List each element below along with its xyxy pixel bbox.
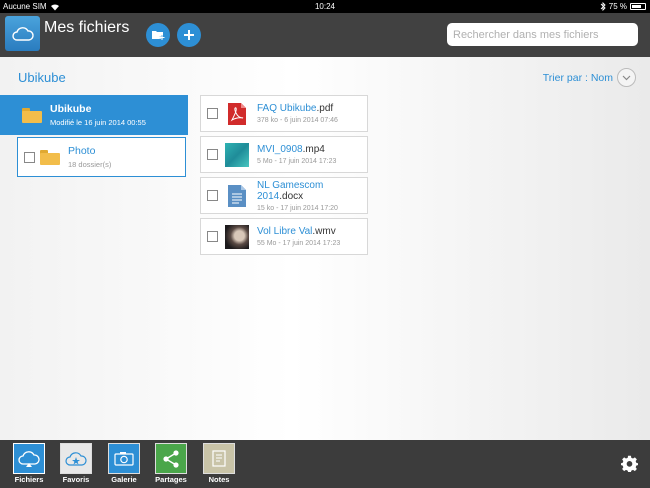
folder-item-photo[interactable]: Photo 18 dossier(s) xyxy=(17,137,186,177)
camera-icon xyxy=(108,443,140,474)
folder-name: Ubikube xyxy=(50,103,92,115)
status-right: 75 % xyxy=(600,0,646,13)
file-meta: 15 ko - 17 juin 2014 17:20 xyxy=(257,204,338,212)
status-time: 10:24 xyxy=(314,2,336,11)
file-meta: 55 Mo - 17 juin 2014 17:23 xyxy=(257,240,341,247)
bottom-tab-bar: Fichiers Favoris Galerie Partages Notes xyxy=(0,440,650,488)
file-meta: 378 ko - 6 juin 2014 07:46 xyxy=(257,117,338,124)
sort-control[interactable]: Trier par : Nom xyxy=(543,68,636,87)
tab-galerie[interactable]: Galerie xyxy=(107,443,141,484)
folder-icon xyxy=(22,107,42,123)
bluetooth-icon xyxy=(600,2,606,11)
status-bar: Aucune SIM 10:24 75 % xyxy=(0,0,650,13)
tab-label: Fichiers xyxy=(14,475,44,484)
file-checkbox[interactable] xyxy=(207,231,218,242)
folder-count: 18 dossier(s) xyxy=(68,160,112,169)
tab-label: Favoris xyxy=(62,475,90,484)
page-title: Mes fichiers xyxy=(44,19,130,36)
tab-notes[interactable]: Notes xyxy=(202,443,236,484)
tab-label: Galerie xyxy=(111,475,137,484)
file-checkbox[interactable] xyxy=(207,190,218,201)
document-icon xyxy=(225,184,249,208)
new-folder-icon xyxy=(151,31,164,40)
folder-list: Ubikube Modifié le 16 juin 2014 00:55 Ph… xyxy=(0,95,188,177)
notes-icon xyxy=(203,443,235,474)
file-item-wmv[interactable]: Vol Libre Val.wmv 55 Mo - 17 juin 2014 1… xyxy=(200,218,368,255)
file-name: MVI_0908.mp4 xyxy=(257,144,325,155)
file-checkbox[interactable] xyxy=(207,149,218,160)
plus-icon xyxy=(184,30,194,40)
app-logo[interactable] xyxy=(5,16,40,51)
video-thumbnail xyxy=(225,142,249,167)
file-checkbox[interactable] xyxy=(207,108,218,119)
video-thumbnail xyxy=(225,224,249,249)
sort-label: Trier par : Nom xyxy=(542,71,613,84)
add-button[interactable] xyxy=(177,23,201,47)
tab-label: Partages xyxy=(155,475,187,484)
gear-icon[interactable] xyxy=(621,455,638,472)
tab-partages[interactable]: Partages xyxy=(154,443,188,484)
new-folder-button[interactable] xyxy=(146,23,170,47)
main-content: Ubikube Trier par : Nom Ubikube Modifié … xyxy=(0,57,650,440)
pdf-icon xyxy=(225,102,249,126)
file-item-mp4[interactable]: MVI_0908.mp4 5 Mo - 17 juin 2014 17:23 xyxy=(200,136,368,173)
top-bar: Mes fichiers xyxy=(0,13,650,57)
file-item-pdf[interactable]: FAQ Ubikube.pdf 378 ko - 6 juin 2014 07:… xyxy=(200,95,368,132)
file-list: FAQ Ubikube.pdf 378 ko - 6 juin 2014 07:… xyxy=(200,95,368,259)
tab-fichiers[interactable]: Fichiers xyxy=(12,443,46,484)
folder-name: Photo xyxy=(68,145,96,157)
star-cloud-icon xyxy=(60,443,92,474)
folder-icon xyxy=(40,149,60,165)
file-meta: 5 Mo - 17 juin 2014 17:23 xyxy=(257,158,337,165)
cloud-icon xyxy=(13,443,45,474)
share-icon xyxy=(155,443,187,474)
cloud-icon xyxy=(11,26,34,41)
file-name: NL Gamescom 2014.docx xyxy=(257,179,324,202)
battery-icon xyxy=(630,3,646,10)
chevron-down-icon[interactable] xyxy=(617,68,636,87)
battery-percent: 75 % xyxy=(608,2,627,11)
file-name: Vol Libre Val.wmv xyxy=(257,226,336,237)
folder-item-ubikube[interactable]: Ubikube Modifié le 16 juin 2014 00:55 xyxy=(0,95,188,135)
file-name: FAQ Ubikube.pdf xyxy=(257,103,334,114)
search-input[interactable] xyxy=(447,23,638,46)
file-item-docx[interactable]: NL Gamescom 2014.docx 15 ko - 17 juin 20… xyxy=(200,177,368,214)
folder-modified: Modifié le 16 juin 2014 00:55 xyxy=(50,118,146,127)
tab-favoris[interactable]: Favoris xyxy=(59,443,93,484)
tab-label: Notes xyxy=(208,475,230,484)
folder-checkbox[interactable] xyxy=(24,151,35,163)
breadcrumb[interactable]: Ubikube xyxy=(18,70,66,85)
